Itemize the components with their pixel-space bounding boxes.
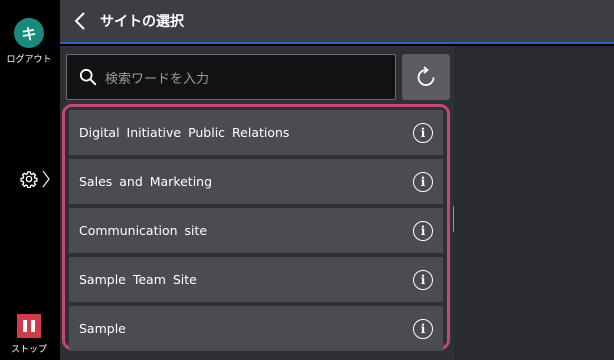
site-item[interactable]: Sales and Marketing i	[69, 159, 443, 204]
logout-label: ログアウト	[6, 55, 52, 65]
chevron-left-icon	[74, 12, 85, 30]
refresh-button[interactable]	[402, 54, 450, 100]
gear-icon	[20, 171, 38, 188]
logout-button[interactable]: キ ログアウト	[0, 18, 58, 65]
header-bar: サイトの選択	[60, 0, 614, 44]
right-empty-area	[454, 46, 614, 360]
screen: キ ログアウト ストップ サイトの選択 検索ワードを入力 Digital Ini…	[0, 0, 614, 360]
site-list: Digital Initiative Public Relations i Sa…	[62, 104, 450, 351]
chevron-right-icon	[42, 170, 50, 188]
page-title: サイトの選択	[100, 14, 184, 30]
site-item-label: Sample Team Site	[79, 272, 197, 287]
info-icon[interactable]: i	[413, 269, 433, 290]
info-icon[interactable]: i	[413, 171, 433, 192]
refresh-icon	[417, 66, 435, 86]
site-item[interactable]: Communication site i	[69, 208, 443, 253]
logout-icon: キ	[14, 18, 44, 48]
site-item[interactable]: Sample i	[69, 306, 443, 351]
search-icon	[79, 68, 97, 86]
pause-icon	[17, 314, 41, 338]
site-item-label: Sample	[79, 321, 126, 336]
info-icon[interactable]: i	[413, 122, 433, 143]
site-item-label: Communication site	[79, 223, 208, 238]
stop-label: ストップ	[10, 345, 47, 355]
search-placeholder: 検索ワードを入力	[105, 71, 210, 87]
info-icon[interactable]: i	[413, 318, 433, 339]
site-item[interactable]: Sample Team Site i	[69, 257, 443, 302]
site-item-label: Sales and Marketing	[79, 174, 213, 189]
site-select-panel: 検索ワードを入力 Digital Initiative Public Relat…	[60, 46, 456, 360]
site-item-label: Digital Initiative Public Relations	[79, 125, 290, 140]
info-icon[interactable]: i	[413, 220, 433, 241]
site-item[interactable]: Digital Initiative Public Relations i	[69, 110, 443, 155]
left-rail: キ ログアウト ストップ	[0, 0, 58, 360]
back-button[interactable]	[60, 0, 100, 43]
search-input[interactable]: 検索ワードを入力	[66, 54, 396, 100]
settings-button[interactable]	[20, 168, 56, 190]
stop-button[interactable]: ストップ	[0, 314, 58, 355]
